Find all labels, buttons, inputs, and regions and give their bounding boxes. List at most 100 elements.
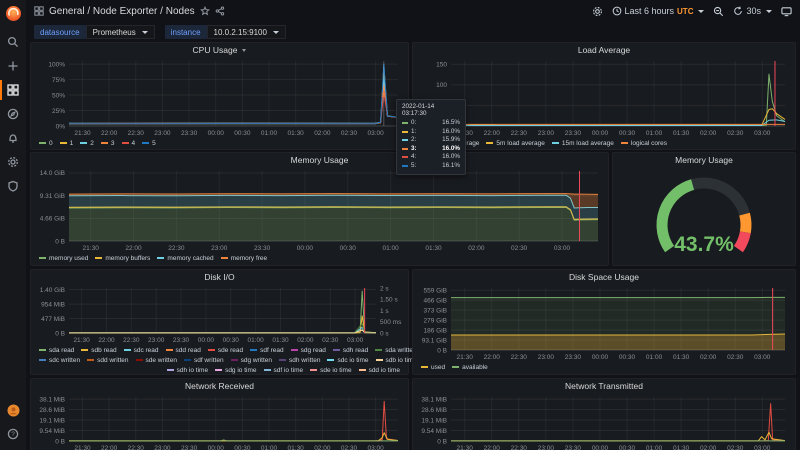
legend-series-label: sdh written [289,356,321,364]
disk-space-chart[interactable]: 0 B 93.1 GiB 186 GiB 279 GiB 373 GiB 466 GiB 5… [413,284,795,362]
panel-title-memory-gauge[interactable]: Memory Usage [613,153,795,167]
kiosk-mode-button[interactable] [781,6,792,17]
tooltip-series-row: 5: 16.1% [402,162,460,171]
svg-text:02:00: 02:00 [314,130,331,137]
disk-io-chart[interactable]: 0 B 477 MiB 954 MiB 1.40 GiB 0 s 500 ms 1 s 1.5… [31,284,408,345]
refresh-button[interactable]: 30s [733,6,772,16]
legend-series-color [486,142,494,144]
panel-menu-caret-icon[interactable] [242,48,247,52]
legend-series-color [230,359,238,361]
legend-item[interactable]: sdf io time [263,367,303,374]
legend-item[interactable]: memory buffers [95,255,150,262]
legend-series-label: sdd read [175,346,201,354]
panel-network-received: Network Received 0 B 9.54 MiB 19.1 MiB 28.6… [30,378,409,450]
datasource-select[interactable]: Prometheus [85,25,155,39]
zoom-out-button[interactable] [713,6,724,17]
legend-item[interactable]: 4 [121,140,135,147]
explore-compass-icon[interactable] [0,102,26,126]
svg-text:0 B: 0 B [55,438,65,445]
legend-item[interactable]: 5 [142,140,156,147]
legend-item[interactable]: sdg written [230,357,272,364]
legend-item[interactable]: sdc written [39,357,80,364]
legend-item[interactable]: sda read [39,347,74,354]
legend-item[interactable]: used [421,364,445,371]
legend-series-color [157,257,165,259]
svg-text:23:30: 23:30 [181,445,198,450]
configuration-gear-icon[interactable] [0,150,26,174]
user-avatar[interactable] [0,398,26,422]
svg-text:01:00: 01:00 [646,354,663,361]
panel-disk-io: Disk I/O 0 B 477 MiB 954 MiB 1.40 GiB 0 s 500… [30,269,465,375]
legend-item[interactable]: sdf written [183,357,224,364]
instance-select[interactable]: 10.0.2.15:9100 [206,25,286,39]
legend-series-color [620,142,628,144]
legend-series-label: sdh io time [176,366,209,374]
hover-point-marker: ✕ [381,93,387,100]
legend-item[interactable]: sde io time [310,367,352,374]
legend-item[interactable]: sdg read [290,347,326,354]
legend-item[interactable]: sda written [375,347,417,354]
network-received-chart[interactable]: 0 B 9.54 MiB 19.1 MiB 28.6 MiB 38.1 MiB 21:30… [31,393,408,450]
svg-text:23:00: 23:00 [154,130,171,137]
svg-text:02:00: 02:00 [314,445,331,450]
legend-item[interactable]: 5m load average [486,140,545,147]
alerting-bell-icon[interactable] [0,126,26,150]
legend-item[interactable]: sdd written [87,357,129,364]
legend-item[interactable]: 15m load average [551,140,614,147]
legend-item[interactable]: sdh io time [166,366,209,374]
legend-item[interactable]: sde written [135,357,177,364]
star-icon[interactable] [199,6,210,16]
breadcrumb[interactable]: General / Node Exporter / Nodes [34,6,225,17]
legend-item[interactable]: 1 [59,140,73,147]
search-icon[interactable] [0,30,26,54]
legend-item[interactable]: 2 [80,140,94,147]
legend-item[interactable]: sde read [207,347,243,354]
panel-title-cpu[interactable]: CPU Usage [31,43,408,57]
tooltip-series-row: 3: 16.0% [402,145,460,154]
panel-title-net-tx[interactable]: Network Transmitted [413,379,795,393]
legend-item[interactable]: sdb io time [375,357,417,364]
load-average-chart[interactable]: 05010015021:3022:0022:3023:0023:3000:000… [413,57,795,138]
svg-text:0 B: 0 B [55,238,65,245]
legend-item[interactable]: sdg io time [215,367,257,374]
panel-cpu-usage: CPU Usage 0% 25% 50% 75% 100% 21:30 22:00 22:30… [30,42,409,150]
cpu-usage-chart[interactable]: 0% 25% 50% 75% 100% 21:30 22:00 22:30 23:00 23:30… [31,57,408,138]
memory-usage-chart[interactable]: 0 B 4.66 GiB 9.31 GiB 14.0 GiB 21:30 22:00 22:… [31,167,608,253]
legend-item[interactable]: logical cores [620,140,667,147]
legend-item[interactable]: sdc io time [327,357,369,364]
legend-item[interactable]: sdf read [250,347,284,354]
create-plus-icon[interactable] [0,54,26,78]
breadcrumb-text[interactable]: General / Node Exporter / Nodes [49,6,195,17]
legend-item[interactable]: sdh written [279,357,320,364]
legend-item[interactable]: memory used [39,255,88,262]
legend-item[interactable]: sdc read [123,347,159,354]
legend-series-label: sdc written [49,356,81,364]
svg-text:23:00: 23:00 [148,337,165,344]
legend-item[interactable]: memory free [220,255,267,262]
server-admin-shield-icon[interactable] [0,174,26,198]
legend-item[interactable]: sdd read [165,346,201,354]
help-icon[interactable]: ? [0,422,26,446]
dashboard-settings-button[interactable] [592,6,603,17]
svg-text:100: 100 [436,82,447,89]
panel-title-load[interactable]: Load Average [413,43,795,57]
legend-item[interactable]: memory cached [157,255,214,262]
network-transmitted-chart[interactable]: 0 B 9.54 MiB 19.1 MiB 28.6 MiB 38.1 MiB 21:30… [413,393,795,450]
legend-series-label: 5 [152,139,156,147]
legend-item[interactable]: available [452,364,488,371]
panel-title-disk-io[interactable]: Disk I/O [31,270,408,284]
dashboards-icon[interactable] [0,78,26,102]
panel-title-net-rx[interactable]: Network Received [31,379,408,393]
legend-item[interactable]: sdd io time [358,367,400,374]
panel-title-memory[interactable]: Memory Usage [31,153,608,167]
legend-item[interactable]: 3 [100,140,115,147]
panel-title-disk-space[interactable]: Disk Space Usage [413,270,795,284]
legend-item[interactable]: sdh read [332,347,368,354]
share-icon[interactable] [215,6,225,16]
legend-item[interactable]: 0 [39,140,53,147]
grafana-logo-icon[interactable] [0,0,26,26]
refresh-icon [734,6,743,15]
legend-item[interactable]: sdb read [81,347,117,354]
legend-series-label: available [462,363,488,371]
time-range-picker[interactable]: Last 6 hours UTC [612,6,705,16]
